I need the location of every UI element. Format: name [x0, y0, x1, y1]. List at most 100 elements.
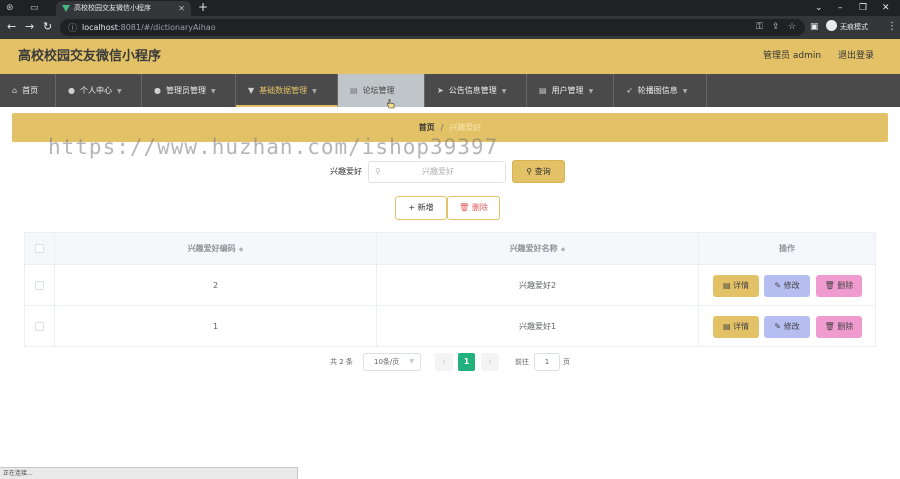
pagination: 共 2 条 10条/页 ▼ ‹ 1 › 前往 1 页	[0, 352, 900, 372]
url-field[interactable]: ⓘ localhost:8081/#/dictionaryAihao ⚿ ⇪ ☆	[60, 19, 805, 36]
browser-tab-bar: ⊛ ▭ 高校校园交友微信小程序 ✕ + ⌄ – ❐ ✕	[0, 0, 900, 16]
row-checkbox[interactable]	[35, 281, 44, 290]
row-delete-button[interactable]: 🗑 删除	[816, 316, 862, 338]
bookmark-star-icon[interactable]: ☆	[788, 19, 796, 36]
restore-icon[interactable]: ❐	[859, 0, 867, 16]
nav-item-admin-management[interactable]: ● 管理员管理 ▼	[142, 74, 236, 107]
data-table: 兴趣爱好编码 ◆ 兴趣爱好名称 ◆ 操作 2 兴趣爱好2 ▤ 详情 ✎ 修改 🗑 删…	[24, 232, 876, 347]
column-header-code[interactable]: 兴趣爱好编码 ◆	[55, 233, 377, 265]
mouse-cursor-icon	[387, 99, 395, 109]
add-button-label: 新增	[417, 203, 434, 212]
current-user: 管理员 admin	[763, 51, 822, 61]
nav-item-forum[interactable]: ▤ 论坛管理	[338, 74, 425, 107]
detail-button[interactable]: ▤ 详情	[713, 275, 759, 297]
url-host: localhost	[82, 23, 118, 32]
search-button-label: 查询	[534, 167, 551, 176]
vue-logo-icon	[62, 5, 70, 12]
nav-item-users[interactable]: ▤ 用户管理 ▼	[527, 74, 614, 107]
detail-button-label: 详情	[733, 322, 750, 331]
forum-icon: ▤	[350, 86, 358, 95]
breadcrumb-current: 兴趣爱好	[449, 123, 482, 132]
goto-page-input[interactable]: 1	[534, 353, 560, 371]
nav-item-basic-data[interactable]: ▼ 基础数据管理 ▼	[236, 74, 338, 107]
trash-icon: 🗑	[824, 322, 835, 331]
logout-link[interactable]: 退出登录	[838, 39, 874, 74]
nav-item-carousel[interactable]: ➶ 轮播图信息 ▼	[614, 74, 707, 107]
browser-menu-icon[interactable]: ⋮	[887, 19, 897, 35]
reload-icon[interactable]: ↻	[43, 19, 52, 35]
delete-button-label: 删除	[471, 203, 488, 212]
browser-address-bar: ← → ↻ ⓘ localhost:8081/#/dictionaryAihao…	[0, 16, 900, 39]
data-icon: ▼	[248, 86, 255, 95]
new-tab-icon[interactable]: +	[198, 0, 208, 15]
add-button[interactable]: + 新增	[395, 196, 447, 220]
browser-tab[interactable]: 高校校园交友微信小程序 ✕	[56, 1, 191, 16]
detail-icon: ▤	[722, 322, 731, 331]
detail-button[interactable]: ▤ 详情	[713, 316, 759, 338]
nav-item-home[interactable]: ⌂ 首页	[0, 74, 56, 107]
batch-delete-button[interactable]: 🗑 删除	[447, 196, 500, 220]
select-all-checkbox[interactable]	[35, 244, 44, 253]
forward-icon[interactable]: →	[25, 19, 34, 35]
breadcrumb-home[interactable]: 首页	[419, 123, 435, 132]
select-all-cell	[25, 233, 55, 265]
tab-strip-icon[interactable]: ▭	[30, 0, 39, 16]
browser-tab-title: 高校校园交友微信小程序	[74, 4, 151, 12]
nav-item-notice[interactable]: ➤ 公告信息管理 ▼	[425, 74, 527, 107]
chevron-down-icon: ▼	[409, 358, 414, 365]
notice-icon: ➤	[437, 86, 444, 95]
chevron-down-icon: ▼	[210, 88, 216, 95]
prev-page-button[interactable]: ‹	[435, 353, 453, 371]
name-cell: 兴趣爱好1	[377, 306, 699, 347]
page-size-value: 10条/页	[374, 358, 400, 366]
incognito-profile[interactable]: 无痕模式	[826, 20, 868, 35]
detail-icon: ▤	[722, 281, 731, 290]
total-count: 共 2 条	[330, 358, 353, 366]
column-header-label: 操作	[779, 244, 795, 253]
share-icon[interactable]: ⇪	[772, 19, 780, 36]
edit-button[interactable]: ✎ 修改	[764, 275, 810, 297]
row-checkbox[interactable]	[35, 322, 44, 331]
back-icon[interactable]: ←	[7, 19, 16, 35]
tab-search-icon[interactable]: ⌄	[815, 0, 823, 16]
search-input[interactable]: ⚲ 兴趣爱好	[368, 161, 506, 183]
page-number-active[interactable]: 1	[458, 353, 475, 371]
next-page-button[interactable]: ›	[481, 353, 499, 371]
user-icon: ●	[68, 86, 75, 95]
home-icon: ⌂	[12, 86, 18, 95]
app-title: 高校校园交友微信小程序	[18, 49, 162, 64]
nav-item-label: 论坛管理	[362, 86, 395, 95]
chevron-right-icon: ›	[488, 357, 492, 366]
chevron-down-icon: ▼	[312, 88, 317, 95]
nav-item-label: 公告信息管理	[448, 86, 497, 95]
row-delete-label: 删除	[837, 281, 854, 290]
actions-cell: ▤ 详情 ✎ 修改 🗑 删除	[699, 265, 875, 306]
nav-item-personal-center[interactable]: ● 个人中心 ▼	[56, 74, 142, 107]
side-panel-icon[interactable]: ▣	[810, 19, 819, 35]
close-tab-icon[interactable]: ✕	[178, 1, 185, 16]
key-icon[interactable]: ⚿	[756, 19, 763, 36]
incognito-avatar-icon	[826, 20, 837, 31]
column-header-name[interactable]: 兴趣爱好名称 ◆	[377, 233, 699, 265]
close-window-icon[interactable]: ✕	[882, 0, 890, 16]
sort-icon[interactable]: ◆	[239, 246, 244, 253]
search-label: 兴趣爱好	[330, 167, 362, 176]
actions-cell: ▤ 详情 ✎ 修改 🗑 删除	[699, 306, 875, 347]
sort-icon[interactable]: ◆	[561, 246, 566, 253]
nav-item-label: 个人中心	[79, 86, 112, 95]
minimize-icon[interactable]: –	[838, 0, 843, 16]
pencil-icon: ✎	[774, 322, 782, 331]
code-cell: 2	[55, 265, 377, 306]
browser-logo-icon: ⊛	[6, 3, 14, 13]
chevron-down-icon: ▼	[588, 88, 594, 95]
search-button[interactable]: ⚲ 查询	[512, 160, 565, 183]
site-info-icon[interactable]: ⓘ	[68, 21, 77, 34]
pencil-icon: ✎	[774, 281, 782, 290]
row-delete-button[interactable]: 🗑 删除	[816, 275, 862, 297]
page-size-select[interactable]: 10条/页 ▼	[363, 353, 421, 371]
column-header-actions: 操作	[699, 233, 875, 265]
detail-button-label: 详情	[733, 281, 750, 290]
edit-button-label: 修改	[783, 281, 800, 290]
edit-button[interactable]: ✎ 修改	[764, 316, 810, 338]
edit-button-label: 修改	[783, 322, 800, 331]
